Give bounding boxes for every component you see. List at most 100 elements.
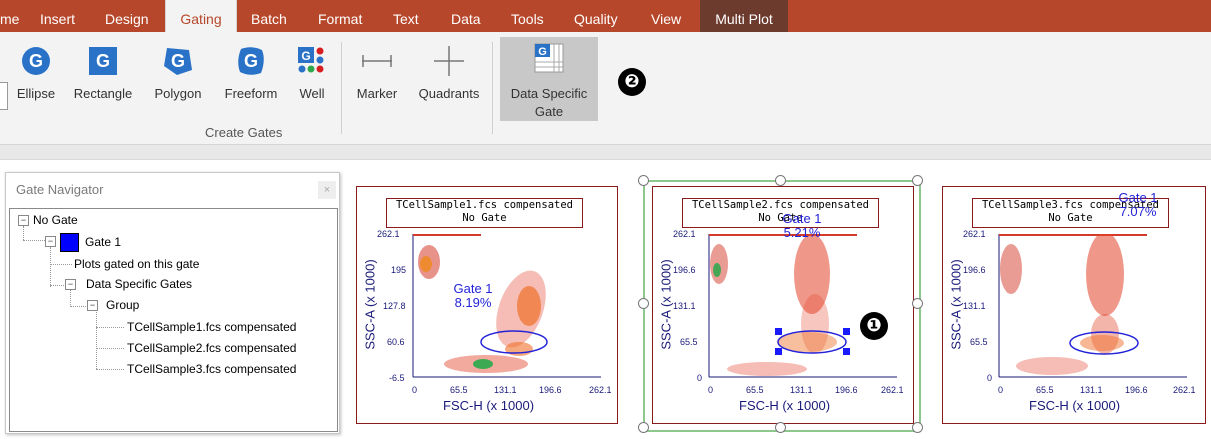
well-button[interactable]: G Well [292,36,332,116]
plot-tcellsample2[interactable]: TCellSample2.fcs compensated No Gate Gat… [652,186,914,424]
tab-design[interactable]: Design [105,0,149,32]
collapse-icon[interactable]: − [87,300,98,311]
selection-handle[interactable] [775,175,786,186]
ellipse-label: Ellipse [16,86,56,101]
tab-insert[interactable]: Insert [40,0,75,32]
quadrants-label: Quadrants [418,86,480,101]
polygon-button[interactable]: G Polygon [148,36,208,116]
y-tick: 127.8 [383,301,406,311]
selection-handle[interactable] [775,422,786,433]
x-tick: 131.1 [494,385,517,395]
gate-label: Gate 1 5.21% [782,211,822,240]
y-tick: 195 [391,265,407,275]
close-icon[interactable]: × [318,181,336,199]
tab-quality[interactable]: Quality [574,0,618,32]
tab-multi-plot[interactable]: Multi Plot [700,0,788,32]
scatter-plot-area [708,234,897,378]
cut-off-control[interactable] [0,82,8,110]
scatter-plot-area [412,234,601,378]
gate-navigator-title: Gate Navigator [16,182,104,197]
polygon-gate-icon: G [164,48,192,75]
ellipse-button[interactable]: G Ellipse [10,36,62,116]
tree-connector [96,348,124,349]
data-specific-gate-label-line2: Gate [534,104,564,119]
data-specific-gate-button[interactable]: G Data Specific Gate [500,37,598,121]
x-tick: 65.5 [450,385,468,395]
y-tick: 65.5 [970,337,988,347]
plot-tcellsample1[interactable]: TCellSample1.fcs compensated No Gate Gat… [356,186,618,424]
rectangle-gate-icon: G [89,47,117,75]
quadrants-icon [434,46,464,76]
collapse-icon[interactable]: − [18,215,29,226]
gate-resize-handle[interactable] [775,348,782,355]
marker-icon [362,55,392,67]
collapse-icon[interactable]: − [45,236,56,247]
y-tick: 131.1 [963,301,986,311]
tree-connector [96,310,97,369]
tab-format[interactable]: Format [318,0,362,32]
y-tick: 262.1 [673,229,696,239]
y-axis-label: SSC-A (x 1000) [658,259,674,350]
svg-text:G: G [244,51,258,71]
freeform-button[interactable]: G Freeform [220,36,282,116]
tree-item-sample3[interactable]: TCellSample3.fcs compensated [127,362,296,376]
tab-view[interactable]: View [651,0,681,32]
gate-resize-handle[interactable] [843,348,850,355]
gate-resize-handle[interactable] [775,328,782,335]
tree-item-data-specific-gates[interactable]: Data Specific Gates [86,277,192,291]
selection-handle[interactable] [912,422,923,433]
tab-tools[interactable]: Tools [511,0,544,32]
scatter-plot-area [998,234,1187,378]
x-tick: 131.1 [790,385,813,395]
tab-home[interactable]: me [0,0,30,32]
tree-connector [96,369,124,370]
y-tick: -6.5 [389,373,405,383]
quadrants-button[interactable]: Quadrants [413,36,485,116]
x-tick: 65.5 [1036,385,1054,395]
tree-item-group[interactable]: Group [106,298,139,312]
selection-handle[interactable] [638,422,649,433]
tree-connector [50,264,72,265]
ellipse-gate-icon: G [22,47,50,75]
tree-item-sample1[interactable]: TCellSample1.fcs compensated [127,320,296,334]
tab-text[interactable]: Text [393,0,419,32]
tree-connector [70,306,86,307]
gate-tree: − No Gate − Gate 1 Plots gated on this g… [9,208,338,432]
x-tick: 196.6 [835,385,858,395]
ribbon-tab-bar: me Insert Design Gating Batch Format Tex… [0,0,1211,32]
tree-item-gate-1[interactable]: Gate 1 [85,235,121,249]
callout-badge-1: ❶ [860,312,888,340]
y-axis-label: SSC-A (x 1000) [362,259,378,350]
tab-gating[interactable]: Gating [165,0,237,32]
rectangle-label: Rectangle [73,86,133,101]
tree-item-no-gate[interactable]: No Gate [33,213,78,227]
rectangle-button[interactable]: G Rectangle [68,36,138,116]
gate-resize-handle[interactable] [843,328,850,335]
tree-connector [50,285,66,286]
ribbon-bottom-strip [0,145,1211,160]
gate-color-swatch [60,233,79,252]
tree-item-sample2[interactable]: TCellSample2.fcs compensated [127,341,296,355]
selection-handle[interactable] [638,298,649,309]
ribbon-panel: G Ellipse G Rectangle G Polygon G Freefo… [0,32,1211,145]
gate-navigator-panel[interactable]: Gate Navigator × − No Gate − Gate 1 Plot… [5,172,340,434]
collapse-icon[interactable]: − [65,279,76,290]
selection-handle[interactable] [912,175,923,186]
y-tick: 60.6 [387,337,405,347]
y-tick: 196.6 [673,265,696,275]
svg-text:G: G [171,51,185,71]
selection-handle[interactable] [912,298,923,309]
x-tick: 0 [708,385,714,395]
tree-item-plots-gated[interactable]: Plots gated on this gate [74,257,199,271]
plot-tcellsample3[interactable]: TCellSample3.fcs compensated No Gate Gat… [942,186,1206,424]
x-tick: 262.1 [1173,385,1196,395]
tab-data[interactable]: Data [451,0,481,32]
y-tick: 131.1 [673,301,696,311]
freeform-label: Freeform [224,86,278,101]
tab-batch[interactable]: Batch [251,0,287,32]
marker-button[interactable]: Marker [352,36,402,116]
y-axis-label: SSC-A (x 1000) [948,259,964,350]
y-tick: 196.6 [963,265,986,275]
ribbon-separator [492,42,493,134]
selection-handle[interactable] [638,175,649,186]
